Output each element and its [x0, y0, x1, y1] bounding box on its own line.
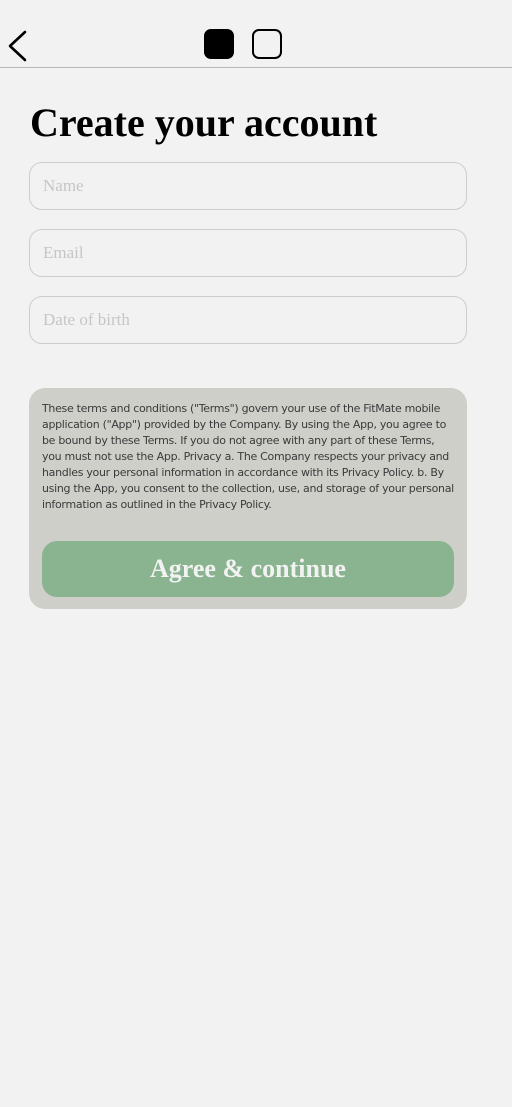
back-button[interactable] [4, 28, 34, 64]
name-input[interactable] [29, 162, 467, 210]
date-of-birth-input[interactable] [29, 296, 467, 344]
step-indicator-inactive [252, 29, 282, 59]
agree-continue-button[interactable]: Agree & continue [42, 541, 454, 597]
terms-text: These terms and conditions ("Terms") gov… [42, 402, 454, 511]
chevron-left-icon [8, 30, 27, 62]
step-indicator-active [204, 29, 234, 59]
page-title: Create your account [30, 100, 378, 145]
terms-card: These terms and conditions ("Terms") gov… [29, 388, 467, 609]
top-bar [0, 0, 512, 68]
email-input[interactable] [29, 229, 467, 277]
